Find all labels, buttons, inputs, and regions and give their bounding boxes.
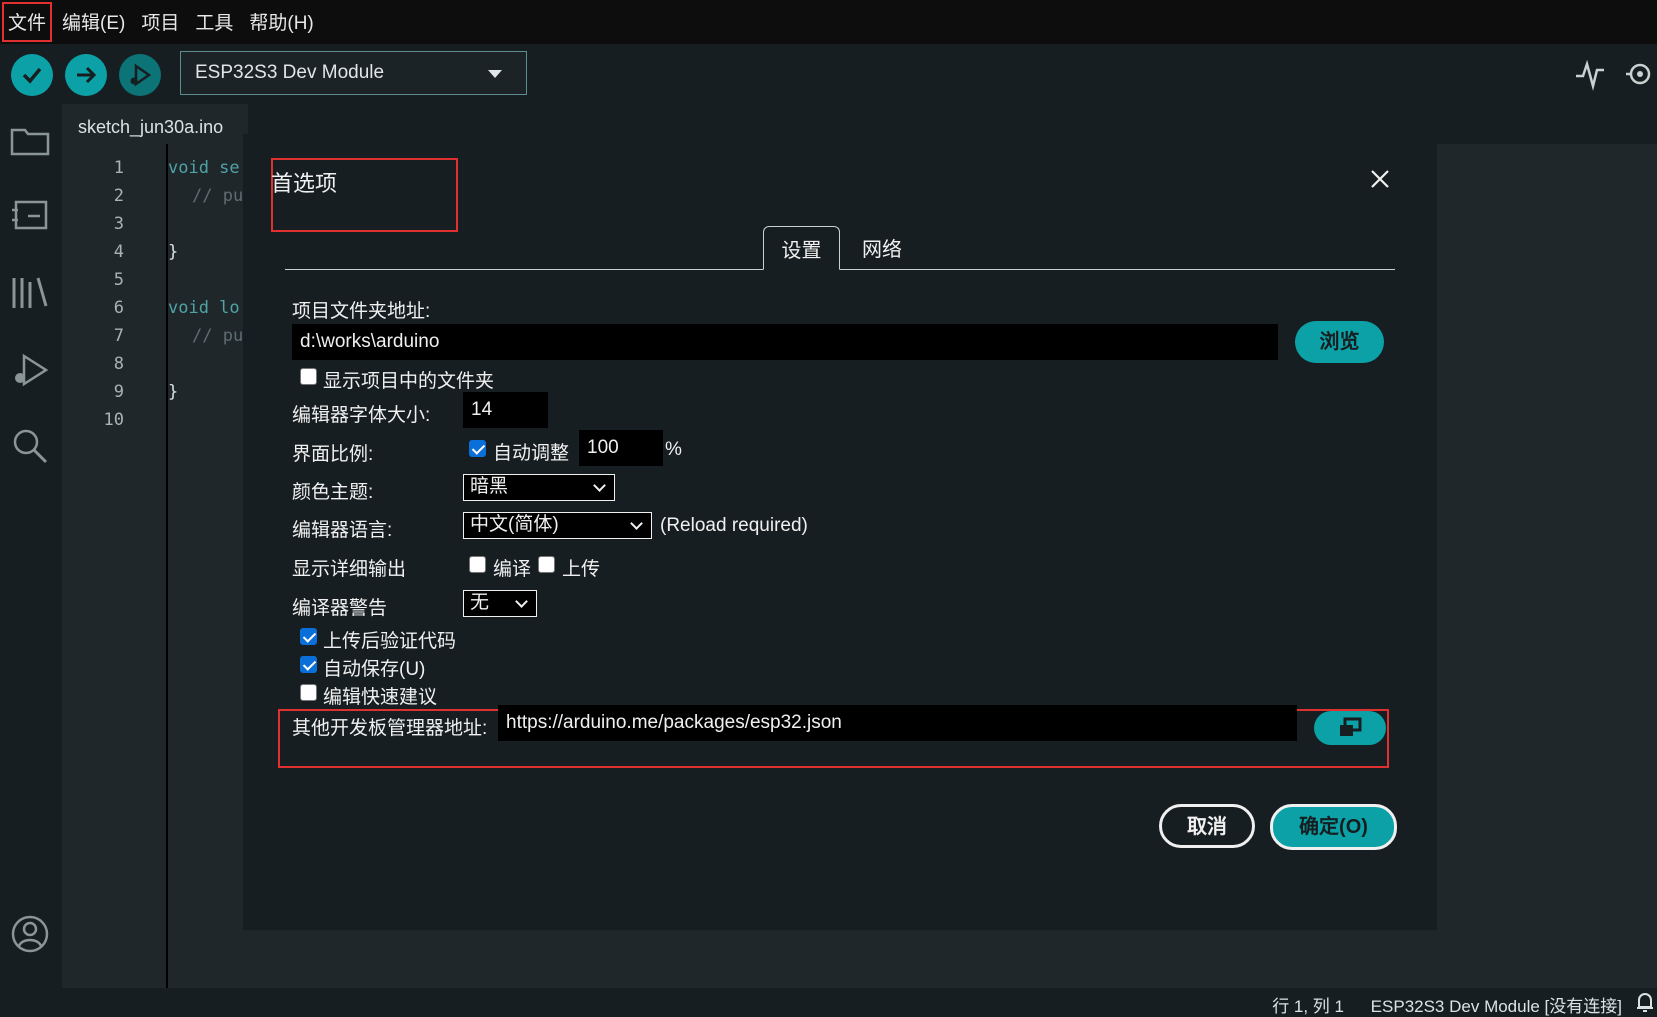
board-urls-input[interactable]: https://arduino.me/packages/esp32.json (498, 705, 1297, 741)
verbose-upload-checkbox[interactable] (538, 556, 555, 573)
language-label: 编辑器语言: (292, 520, 393, 541)
cursor-position: 行 1, 列 1 (1272, 997, 1344, 1016)
editor-tab[interactable]: sketch_jun30a.ino (62, 104, 248, 144)
verbose-compile-label: 编译 (493, 559, 532, 580)
theme-select[interactable]: 暗黑 (463, 474, 615, 501)
line-number: 1 (113, 158, 124, 178)
line-number: 5 (113, 270, 124, 290)
folder-icon[interactable] (10, 120, 50, 160)
tabs-divider (285, 269, 1395, 270)
dialog-title: 首选项 (271, 171, 338, 196)
verbose-label: 显示详细输出 (292, 559, 407, 580)
show-files-checkbox[interactable] (300, 368, 317, 385)
code-line: } (168, 382, 179, 402)
line-number: 9 (113, 382, 124, 402)
autosave-checkbox[interactable] (300, 656, 317, 673)
chevron-down-icon (515, 595, 528, 608)
browse-button[interactable]: 浏览 (1295, 321, 1384, 363)
verify-button[interactable] (11, 54, 53, 96)
warnings-label: 编译器警告 (292, 598, 388, 619)
language-select[interactable]: 中文(简体) (463, 512, 652, 539)
scale-label: 界面比例: (292, 444, 374, 465)
preferences-dialog: 首选项 设置 网络 项目文件夹地址: d:\works\arduino 浏览 显… (243, 134, 1437, 930)
debug-sidebar-icon[interactable] (10, 350, 50, 390)
ok-button[interactable]: 确定(O) (1270, 804, 1397, 850)
line-number: 8 (113, 354, 124, 374)
warnings-select[interactable]: 无 (463, 590, 537, 617)
account-icon[interactable] (10, 914, 50, 954)
code-line: // pu (192, 186, 244, 206)
tab-settings[interactable]: 设置 (763, 226, 840, 270)
chevron-down-icon (630, 517, 643, 530)
debug-button[interactable] (119, 54, 161, 96)
verbose-compile-checkbox[interactable] (469, 556, 486, 573)
board-selector[interactable]: ESP32S3 Dev Module (180, 51, 527, 95)
scale-unit: % (665, 439, 682, 460)
board-urls-label: 其他开发板管理器地址: (292, 718, 488, 739)
menu-help[interactable]: 帮助(H) (241, 0, 321, 44)
warnings-select-value: 无 (470, 592, 490, 613)
scale-input[interactable]: 100 (579, 430, 663, 466)
autosave-label: 自动保存(U) (323, 659, 426, 680)
library-icon[interactable] (10, 272, 50, 312)
line-number: 10 (103, 410, 124, 430)
verify-checkbox[interactable] (300, 628, 317, 645)
line-number: 6 (113, 298, 124, 318)
chevron-down-icon (593, 479, 606, 492)
menu-sketch[interactable]: 项目 (133, 0, 187, 44)
line-gutter: 1 2 3 4 5 6 7 8 9 10 (62, 144, 166, 988)
tab-network[interactable]: 网络 (847, 226, 917, 270)
arrow-right-icon (77, 66, 97, 84)
theme-label: 颜色主题: (292, 482, 374, 503)
open-window-icon (1340, 717, 1362, 736)
cancel-button[interactable]: 取消 (1159, 804, 1255, 848)
menu-edit[interactable]: 编辑(E) (54, 0, 133, 44)
status-board: ESP32S3 Dev Module [没有连接] (1370, 997, 1622, 1016)
line-number: 2 (113, 186, 124, 206)
font-size-label: 编辑器字体大小: (292, 405, 431, 426)
code-line: // pu (192, 326, 244, 346)
code-line: void lo (168, 298, 240, 318)
menu-file[interactable]: 文件 (0, 0, 54, 44)
fold-guide (166, 144, 168, 988)
menu-bar: 文件 编辑(E) 项目 工具 帮助(H) (0, 0, 1657, 44)
line-number: 7 (113, 326, 124, 346)
code-line: } (168, 242, 179, 262)
line-number: 4 (113, 242, 124, 262)
font-size-input[interactable]: 14 (463, 392, 548, 428)
verify-label: 上传后验证代码 (323, 631, 457, 652)
theme-select-value: 暗黑 (470, 476, 509, 497)
bell-icon[interactable] (1635, 991, 1655, 1013)
auto-scale-label: 自动调整 (493, 443, 570, 464)
serial-monitor-icon[interactable] (1622, 56, 1657, 92)
sidebar (0, 104, 62, 988)
line-number: 3 (113, 214, 124, 234)
sketchbook-label: 项目文件夹地址: (292, 301, 431, 322)
close-icon[interactable] (1369, 168, 1391, 190)
sketchbook-input[interactable]: d:\works\arduino (292, 324, 1278, 360)
menu-tools[interactable]: 工具 (187, 0, 241, 44)
check-icon (22, 67, 42, 84)
verbose-upload-label: 上传 (562, 559, 601, 580)
toolbar: ESP32S3 Dev Module (0, 44, 1657, 104)
code-line: void se (168, 158, 240, 178)
language-select-value: 中文(简体) (470, 514, 559, 535)
quick-suggest-checkbox[interactable] (300, 684, 317, 701)
board-selector-label: ESP32S3 Dev Module (195, 62, 385, 83)
show-files-label: 显示项目中的文件夹 (323, 371, 495, 392)
upload-button[interactable] (65, 54, 107, 96)
quick-suggest-label: 编辑快速建议 (323, 687, 438, 708)
debug-icon (130, 63, 152, 87)
search-icon[interactable] (10, 426, 50, 466)
board-manager-icon[interactable] (10, 196, 50, 236)
auto-scale-checkbox[interactable] (469, 440, 486, 457)
edit-urls-button[interactable] (1314, 711, 1386, 745)
reload-note: (Reload required) (660, 515, 808, 536)
caret-down-icon (488, 70, 502, 78)
serial-plotter-icon[interactable] (1572, 56, 1608, 92)
status-bar: 行 1, 列 1 ESP32S3 Dev Module [没有连接] (0, 988, 1657, 1016)
